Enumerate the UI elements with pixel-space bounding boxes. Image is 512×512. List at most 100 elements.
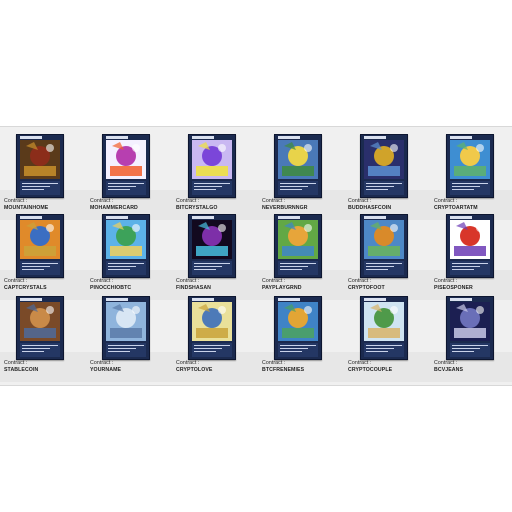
contract-name[interactable]: PISEOSPONER <box>434 285 473 291</box>
contract-name[interactable]: NEVERBURNNGR <box>262 205 308 211</box>
card-caption <box>192 181 232 195</box>
nft-card-image[interactable] <box>446 296 494 360</box>
contract-name[interactable]: YOURNAME <box>90 367 121 373</box>
card-caption <box>20 343 60 357</box>
card-caption <box>106 261 146 275</box>
nft-card-item[interactable]: Contract : CRYPTOARTATM <box>430 134 512 220</box>
contract-label: Contract : <box>4 198 28 204</box>
nft-card-item[interactable]: Contract : CRYPTOFOOT <box>344 214 430 300</box>
card-caption <box>106 343 146 357</box>
contract-label: Contract : <box>90 198 114 204</box>
nft-card-image[interactable] <box>446 214 494 278</box>
contract-name[interactable]: CRYPTOLOVE <box>176 367 212 373</box>
nft-card-image[interactable] <box>446 134 494 198</box>
nft-card-item[interactable]: Contract : CRYPTOLOVE <box>172 296 258 382</box>
card-artwork <box>20 140 60 179</box>
contract-name[interactable]: MOHAMMERCARD <box>90 205 138 211</box>
nft-card-item[interactable]: Contract : BTCFRENEMIES <box>258 296 344 382</box>
nft-card-item[interactable]: Contract : BITCRYSTALGO <box>172 134 258 220</box>
nft-card-image[interactable] <box>16 134 64 198</box>
nft-card-image[interactable] <box>16 214 64 278</box>
nft-card-image[interactable] <box>360 296 408 360</box>
nft-card-item[interactable]: Contract : BCVJEANS <box>430 296 512 382</box>
nft-card-item[interactable]: Contract : CAPTCRYSTALS <box>0 214 86 300</box>
contract-label: Contract : <box>176 360 200 366</box>
card-caption <box>450 181 490 195</box>
nft-card-item[interactable]: Contract : FINDSHASAN <box>172 214 258 300</box>
nft-card-item[interactable]: Contract : YOURNAME <box>86 296 172 382</box>
card-caption <box>450 343 490 357</box>
card-caption <box>364 343 404 357</box>
contract-label: Contract : <box>90 360 114 366</box>
contract-label: Contract : <box>4 278 28 284</box>
card-caption <box>364 181 404 195</box>
card-header-strip <box>278 136 300 139</box>
nft-card-image[interactable] <box>16 296 64 360</box>
nft-card-item[interactable]: Contract : PISEOSPONER <box>430 214 512 300</box>
card-caption <box>278 343 318 357</box>
card-header-strip <box>192 298 214 301</box>
nft-card-item[interactable]: Contract : NEVERBURNNGR <box>258 134 344 220</box>
contract-label: Contract : <box>262 360 286 366</box>
contract-name[interactable]: BUDDHASFCOIN <box>348 205 391 211</box>
contract-name[interactable]: BTCFRENEMIES <box>262 367 304 373</box>
contract-name[interactable]: CRYPTOARTATM <box>434 205 478 211</box>
card-header-strip <box>192 216 214 219</box>
card-artwork <box>106 302 146 341</box>
card-header-strip <box>450 298 472 301</box>
card-caption <box>20 261 60 275</box>
nft-card-item[interactable]: Contract : STABLECOIN <box>0 296 86 382</box>
contract-name[interactable]: CAPTCRYSTALS <box>4 285 47 291</box>
card-header-strip <box>20 216 42 219</box>
contract-label: Contract : <box>262 278 286 284</box>
contract-name[interactable]: CRYPTOFOOT <box>348 285 385 291</box>
card-header-strip <box>450 216 472 219</box>
card-header-strip <box>106 298 128 301</box>
nft-card-item[interactable]: Contract : PAYPLAYGRND <box>258 214 344 300</box>
contract-name[interactable]: CRYPTOCOUPLE <box>348 367 392 373</box>
nft-card-image[interactable] <box>360 214 408 278</box>
nft-card-item[interactable]: Contract : MOUNTAINHOME <box>0 134 86 220</box>
card-header-strip <box>364 298 386 301</box>
card-artwork <box>20 302 60 341</box>
nft-card-image[interactable] <box>188 134 236 198</box>
card-artwork <box>192 302 232 341</box>
nft-card-image[interactable] <box>102 134 150 198</box>
nft-card-item[interactable]: Contract : PINOCCHIOBTC <box>86 214 172 300</box>
nft-card-item[interactable]: Contract : MOHAMMERCARD <box>86 134 172 220</box>
card-caption <box>450 261 490 275</box>
contract-name[interactable]: MOUNTAINHOME <box>4 205 48 211</box>
contract-name[interactable]: BITCRYSTALGO <box>176 205 218 211</box>
card-header-strip <box>106 136 128 139</box>
nft-card-image[interactable] <box>188 296 236 360</box>
card-artwork <box>364 140 404 179</box>
card-artwork <box>450 220 490 259</box>
card-caption <box>278 261 318 275</box>
nft-card-image[interactable] <box>102 214 150 278</box>
contract-name[interactable]: FINDSHASAN <box>176 285 211 291</box>
nft-card-image[interactable] <box>102 296 150 360</box>
card-artwork <box>106 140 146 179</box>
contract-name[interactable]: BCVJEANS <box>434 367 463 373</box>
card-artwork <box>20 220 60 259</box>
card-artwork <box>278 220 318 259</box>
contract-name[interactable]: PINOCCHIOBTC <box>90 285 131 291</box>
card-caption <box>20 181 60 195</box>
card-header-strip <box>450 136 472 139</box>
contract-name[interactable]: PAYPLAYGRND <box>262 285 302 291</box>
contract-label: Contract : <box>348 360 372 366</box>
card-header-strip <box>278 298 300 301</box>
card-artwork <box>106 220 146 259</box>
card-caption <box>278 181 318 195</box>
nft-card-image[interactable] <box>188 214 236 278</box>
nft-card-item[interactable]: Contract : BUDDHASFCOIN <box>344 134 430 220</box>
nft-card-image[interactable] <box>274 134 322 198</box>
nft-card-image[interactable] <box>274 296 322 360</box>
card-header-strip <box>20 298 42 301</box>
card-header-strip <box>364 136 386 139</box>
contract-name[interactable]: STABLECOIN <box>4 367 38 373</box>
nft-card-image[interactable] <box>360 134 408 198</box>
card-header-strip <box>192 136 214 139</box>
nft-card-item[interactable]: Contract : CRYPTOCOUPLE <box>344 296 430 382</box>
nft-card-image[interactable] <box>274 214 322 278</box>
